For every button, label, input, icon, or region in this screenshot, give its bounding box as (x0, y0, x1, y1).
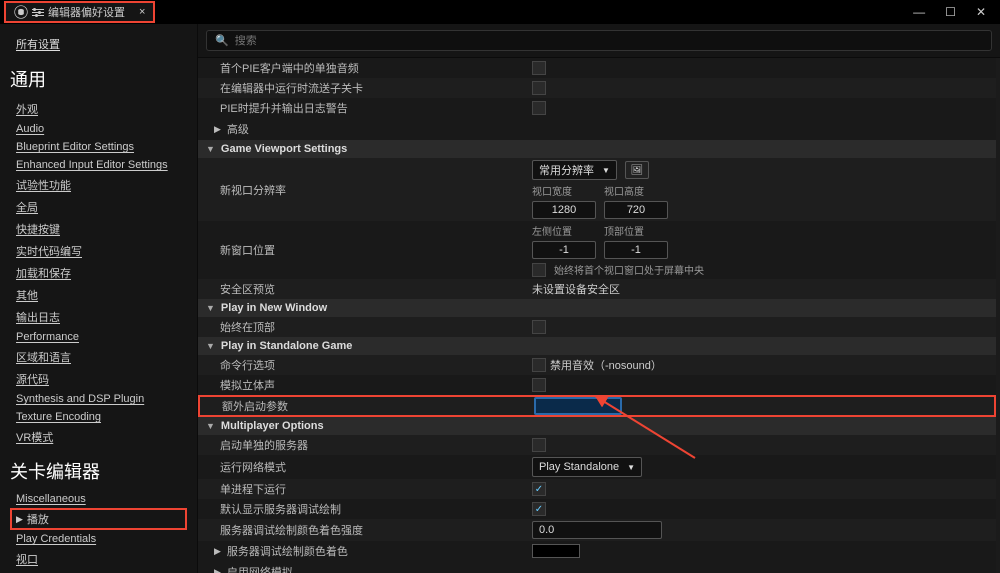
nav-livecoding[interactable]: 实时代码编写 (10, 240, 187, 262)
nav-play-label: 播放 (27, 511, 49, 527)
sliders-icon (32, 7, 44, 17)
checkbox[interactable] (532, 101, 546, 115)
checkbox-checked[interactable] (532, 482, 546, 496)
row-label: 运行网络模式 (198, 459, 528, 475)
viewport-height-input[interactable] (604, 201, 668, 219)
row-label: 单进程下运行 (198, 481, 528, 497)
tab-title: 编辑器偏好设置 (48, 4, 125, 20)
netmode-dropdown[interactable]: Play Standalone▼ (532, 457, 642, 477)
section-pisg[interactable]: ▼Play in Standalone Game (198, 337, 996, 355)
nav-texture[interactable]: Texture Encoding (10, 408, 187, 426)
left-pos-input[interactable] (532, 241, 596, 259)
nav-audio[interactable]: Audio (10, 120, 187, 138)
checkbox[interactable] (532, 81, 546, 95)
nav-sourcecode[interactable]: 源代码 (10, 368, 187, 390)
color-swatch[interactable] (532, 544, 580, 558)
chevron-down-icon: ▼ (206, 144, 215, 154)
checkbox[interactable] (532, 61, 546, 75)
title-bar: 编辑器偏好设置 × — ☐ ✕ (0, 0, 1000, 24)
row-label: 模拟立体声 (198, 377, 528, 393)
nav-playcred[interactable]: Play Credentials (10, 530, 187, 548)
active-tab[interactable]: 编辑器偏好设置 × (4, 1, 155, 23)
section-leveleditor: 关卡编辑器 (10, 458, 187, 484)
chevron-down-icon: ▼ (627, 463, 635, 472)
chevron-down-icon: ▼ (206, 341, 215, 351)
checkbox[interactable] (532, 320, 546, 334)
row-label: 启动单独的服务器 (198, 437, 528, 453)
nav-synthesis[interactable]: Synthesis and DSP Plugin (10, 390, 187, 408)
sidebar: 所有设置 通用 外观 Audio Blueprint Editor Settin… (0, 24, 198, 573)
window-controls: — ☐ ✕ (913, 5, 1000, 19)
nav-vr[interactable]: VR模式 (10, 426, 187, 448)
chevron-right-icon: ▶ (214, 546, 221, 557)
chevron-right-icon: ▶ (214, 567, 221, 573)
chevron-right-icon: ▶ (214, 124, 221, 135)
nav-viewport[interactable]: 视口 (10, 548, 187, 570)
settings-scroll[interactable]: 首个PIE客户端中的单独音频 在编辑器中运行时流送子关卡 PIE时提升并输出日志… (198, 58, 1000, 573)
all-settings-link[interactable]: 所有设置 (10, 32, 187, 56)
row-label: 首个PIE客户端中的单独音频 (198, 60, 528, 76)
row-label: 服务器调试绘制颜色着色强度 (198, 522, 528, 538)
row-label: 默认显示服务器调试绘制 (198, 501, 528, 517)
nav-shortcuts[interactable]: 快捷按键 (10, 218, 187, 240)
tint-strength-input[interactable] (532, 521, 662, 539)
nav-region[interactable]: 区域和语言 (10, 346, 187, 368)
nav-enhanced-input[interactable]: Enhanced Input Editor Settings (10, 156, 187, 174)
minimize-button[interactable]: — (913, 5, 925, 19)
top-pos-input[interactable] (604, 241, 668, 259)
content-panel: 🔍 首个PIE客户端中的单独音频 在编辑器中运行时流送子关卡 PIE时提升并输出… (198, 24, 1000, 573)
image-icon: 🖼 (631, 165, 644, 176)
checkbox[interactable] (532, 378, 546, 392)
nav-global[interactable]: 全局 (10, 196, 187, 218)
safezone-value: 未设置设备安全区 (532, 284, 620, 296)
row-label: 新视口分辨率 (198, 182, 528, 198)
row-label: 新窗口位置 (198, 242, 528, 258)
row-label: PIE时提升并输出日志警告 (198, 100, 528, 116)
extra-launch-params-input[interactable] (534, 397, 622, 415)
nav-misc[interactable]: Miscellaneous (10, 490, 187, 508)
search-icon: 🔍 (215, 34, 229, 47)
chevron-down-icon: ▼ (206, 421, 215, 431)
image-icon-button[interactable]: 🖼 (625, 161, 649, 179)
extra-launch-params-label: 额外启动参数 (200, 398, 530, 414)
nav-experimental[interactable]: 试验性功能 (10, 174, 187, 196)
checkbox[interactable] (532, 438, 546, 452)
close-icon[interactable]: × (139, 6, 145, 18)
nosound-checkbox[interactable] (532, 358, 546, 372)
resolution-dropdown[interactable]: 常用分辨率▼ (532, 160, 617, 180)
row-label: 命令行选项 (198, 357, 528, 373)
row-label: 安全区预览 (198, 281, 528, 297)
nav-appearance[interactable]: 外观 (10, 98, 187, 120)
nav-other[interactable]: 其他 (10, 284, 187, 306)
section-pinw[interactable]: ▼Play in New Window (198, 299, 996, 317)
row-label: 在编辑器中运行时流送子关卡 (198, 80, 528, 96)
section-general: 通用 (10, 66, 187, 92)
chevron-right-icon: ▶ (16, 514, 23, 525)
chevron-down-icon: ▼ (206, 303, 215, 313)
netemu-expander[interactable]: ▶启用网络模拟 (198, 561, 996, 573)
checkbox-checked[interactable] (532, 502, 546, 516)
section-mpo[interactable]: ▼Multiplayer Options (198, 417, 996, 435)
search-box[interactable]: 🔍 (206, 30, 992, 51)
nav-performance[interactable]: Performance (10, 328, 187, 346)
section-gvs[interactable]: ▼Game Viewport Settings (198, 140, 996, 158)
viewport-width-input[interactable] (532, 201, 596, 219)
close-button[interactable]: ✕ (976, 5, 986, 19)
nav-play-highlighted[interactable]: ▶ 播放 (10, 508, 187, 530)
nav-blueprint[interactable]: Blueprint Editor Settings (10, 138, 187, 156)
row-label: 始终在顶部 (198, 319, 528, 335)
center-checkbox[interactable] (532, 263, 546, 277)
maximize-button[interactable]: ☐ (945, 5, 956, 19)
advanced-expander[interactable]: ▶高级 (198, 118, 996, 140)
chevron-down-icon: ▼ (602, 166, 610, 175)
nav-loadsave[interactable]: 加载和保存 (10, 262, 187, 284)
nav-outputlog[interactable]: 输出日志 (10, 306, 187, 328)
ue-logo-icon (14, 5, 28, 19)
search-input[interactable] (235, 35, 983, 47)
